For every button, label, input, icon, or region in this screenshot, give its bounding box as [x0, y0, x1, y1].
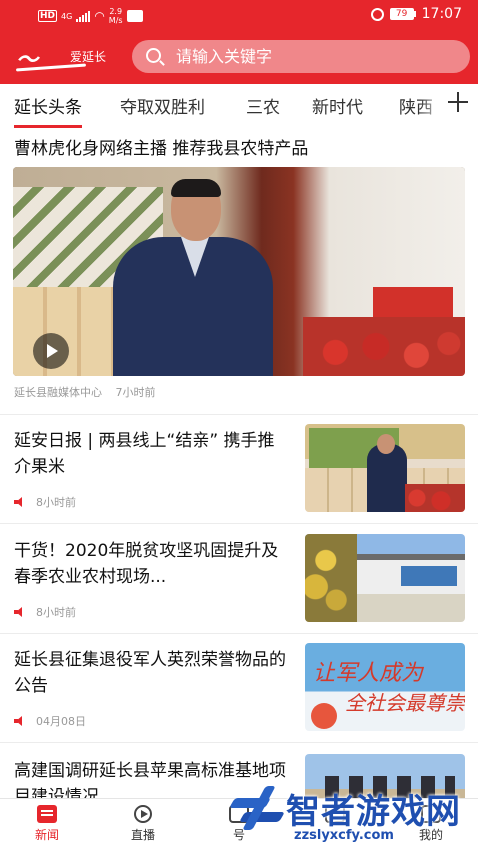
- feature-time: 7小时前: [115, 386, 156, 399]
- feature-video-thumbnail[interactable]: [13, 167, 465, 376]
- article-thumbnail[interactable]: 让军人成为 全社会最尊崇: [305, 643, 465, 731]
- nav-live[interactable]: 直播: [113, 805, 173, 843]
- net-speed: 2.9 M/s: [109, 7, 123, 25]
- status-bar: HD 4G ◠ 2.9 M/s 79 17:07: [0, 0, 478, 30]
- battery-icon: 79: [389, 8, 416, 20]
- divider: [0, 742, 478, 743]
- speed-value: 2.9: [109, 7, 123, 16]
- signal-icon: [76, 10, 91, 22]
- speaker-icon[interactable]: [14, 716, 26, 726]
- thumb-text-line1: 让军人成为: [313, 661, 424, 686]
- article-time: 8小时前: [36, 606, 76, 619]
- tab-yanchang-headlines[interactable]: 延长头条: [14, 93, 82, 128]
- speed-unit: M/s: [108, 16, 123, 25]
- status-right: 79 17:07: [370, 6, 462, 22]
- profile-icon: [421, 805, 441, 823]
- top-bar: HD 4G ◠ 2.9 M/s 79 17:07 ～ 爱延长: [0, 0, 478, 84]
- article-meta: 04月08日: [14, 713, 86, 729]
- speaker-icon[interactable]: [14, 607, 26, 617]
- app-header: ～ 爱延长: [0, 30, 478, 84]
- article-thumbnail[interactable]: [305, 424, 465, 512]
- wifi-icon: ◠: [94, 9, 105, 23]
- yanchang-logo[interactable]: ～ 爱延长: [15, 40, 128, 73]
- divider: [0, 414, 478, 415]
- nav-label: 我的: [418, 828, 443, 842]
- live-icon: [134, 805, 152, 823]
- search-input[interactable]: [176, 44, 456, 68]
- thumb-text-line2: 全社会最尊崇: [345, 691, 465, 715]
- nav-label: 直播: [130, 828, 155, 842]
- nav-label: 新闻: [34, 828, 59, 842]
- speaker-icon[interactable]: [14, 497, 26, 507]
- tab-fade: [420, 84, 444, 124]
- divider: [0, 633, 478, 634]
- nav-news[interactable]: 新闻: [17, 805, 77, 843]
- clock: 17:07: [421, 6, 462, 22]
- nav-label: 号: [232, 828, 245, 842]
- article-time: 8小时前: [36, 496, 76, 509]
- alarm-icon: [370, 7, 384, 21]
- article-meta: 8小时前: [14, 494, 76, 510]
- hd-badge: HD: [38, 10, 58, 22]
- tab-agriculture[interactable]: 三农: [246, 93, 280, 118]
- logo-text: 爱延长: [70, 50, 107, 64]
- nav-profile[interactable]: 我的: [401, 805, 461, 843]
- network-gen: 4G: [61, 11, 73, 21]
- presenter-figure: [113, 179, 273, 376]
- list-item[interactable]: 干货！2020年脱贫攻坚巩固提升及春季农业农村现场... 8小时前: [0, 534, 478, 644]
- search-icon: [146, 48, 161, 63]
- tab-new-era[interactable]: 新时代: [312, 93, 363, 118]
- list-item[interactable]: 延长县征集退役军人英烈荣誉物品的公告 04月08日 让军人成为 全社会最尊崇: [0, 643, 478, 753]
- news-icon: [37, 805, 57, 823]
- search-bar[interactable]: [132, 40, 470, 73]
- article-title[interactable]: 延安日报 | 两县线上“结亲” 携手推介果米: [14, 428, 290, 480]
- wechat-icon: [126, 10, 143, 22]
- article-title[interactable]: 延长县征集退役军人英烈荣誉物品的公告: [14, 647, 290, 699]
- article-title[interactable]: 干货！2020年脱贫攻坚巩固提升及春季农业农村现场...: [14, 538, 290, 590]
- feature-title[interactable]: 曹林虎化身网络主播 推荐我县农特产品: [14, 134, 308, 159]
- play-icon[interactable]: [33, 333, 69, 369]
- list-item[interactable]: 延安日报 | 两县线上“结亲” 携手推介果米 8小时前: [0, 424, 478, 534]
- account-icon: [229, 805, 249, 823]
- article-thumbnail[interactable]: [305, 534, 465, 622]
- article-meta: 8小时前: [14, 604, 76, 620]
- divider: [0, 523, 478, 524]
- bottom-nav: 新闻 直播 号 我的: [0, 798, 478, 850]
- nav-service[interactable]: [305, 805, 365, 826]
- feature-source: 延长县融媒体中心: [14, 386, 102, 399]
- channel-tabs: 延长头条 夺取双胜利 三农 新时代 陕西: [0, 84, 478, 128]
- article-time: 04月08日: [36, 715, 86, 728]
- nav-account[interactable]: 号: [209, 805, 269, 843]
- battery-level: 79: [389, 8, 414, 20]
- plus-icon[interactable]: [446, 90, 470, 114]
- status-left: HD 4G ◠ 2.9 M/s: [38, 7, 143, 25]
- service-icon: [325, 805, 345, 823]
- feature-meta: 延长县融媒体中心 7小时前: [14, 384, 156, 400]
- tab-double-victory[interactable]: 夺取双胜利: [120, 93, 205, 118]
